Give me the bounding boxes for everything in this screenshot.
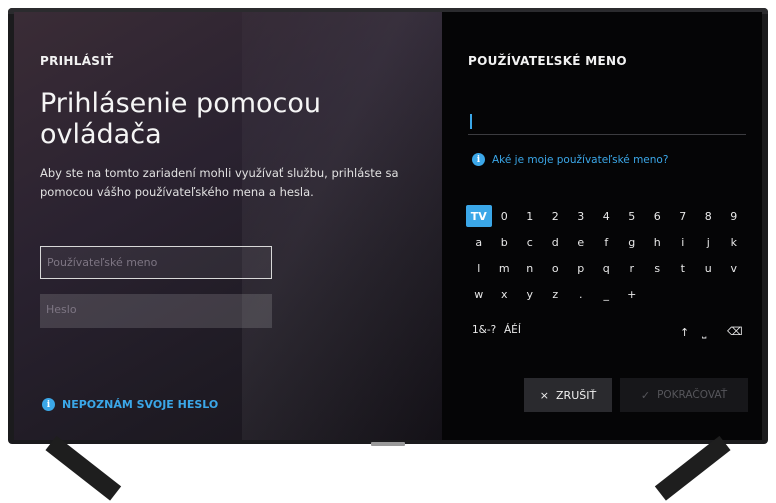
key-k[interactable]: k xyxy=(721,231,747,253)
forgot-password-label: NEPOZNÁM SVOJE HESLO xyxy=(62,398,219,411)
forgot-password-link[interactable]: i NEPOZNÁM SVOJE HESLO xyxy=(42,398,218,411)
continue-label: POKRAČOVAŤ xyxy=(657,389,728,401)
key-tv[interactable]: TV xyxy=(466,205,492,227)
keyboard-row-3: l m n o p q r s t u v xyxy=(466,257,747,279)
info-icon: i xyxy=(472,153,485,166)
key-t[interactable]: t xyxy=(670,257,696,279)
space-icon[interactable]: ⎵ xyxy=(702,326,706,340)
accents-mode-key[interactable]: ÁÉÍ xyxy=(504,324,521,336)
tv-stand-right xyxy=(654,435,731,501)
username-input[interactable] xyxy=(468,110,746,135)
shift-icon[interactable]: ↑ xyxy=(680,326,689,339)
cancel-label: ZRUŠIŤ xyxy=(556,388,597,402)
login-panel: PRIHLÁSIŤ Prihlásenie pomocou ovládača A… xyxy=(14,12,442,440)
username-help-link[interactable]: i Aké je moje používateľské meno? xyxy=(472,153,668,166)
key-1[interactable]: 1 xyxy=(517,205,543,227)
key-j[interactable]: j xyxy=(696,231,722,253)
key-q[interactable]: q xyxy=(594,257,620,279)
key-underscore[interactable]: _ xyxy=(594,283,620,305)
key-n[interactable]: n xyxy=(517,257,543,279)
backspace-icon[interactable]: ⌫ xyxy=(727,325,743,338)
key-w[interactable]: w xyxy=(466,283,492,305)
key-3[interactable]: 3 xyxy=(568,205,594,227)
key-i[interactable]: i xyxy=(670,231,696,253)
symbols-mode-key[interactable]: 1&-? xyxy=(472,324,496,336)
info-icon: i xyxy=(42,398,55,411)
continue-button[interactable]: ✓ POKRAČOVAŤ xyxy=(620,378,748,412)
key-9[interactable]: 9 xyxy=(721,205,747,227)
key-f[interactable]: f xyxy=(594,231,620,253)
key-h[interactable]: h xyxy=(645,231,671,253)
key-v[interactable]: v xyxy=(721,257,747,279)
username-placeholder: Používateľské meno xyxy=(47,256,158,269)
cancel-button[interactable]: × ZRUŠIŤ xyxy=(524,378,612,412)
key-p[interactable]: p xyxy=(568,257,594,279)
key-o[interactable]: o xyxy=(543,257,569,279)
key-l[interactable]: l xyxy=(466,257,492,279)
key-x[interactable]: x xyxy=(492,283,518,305)
key-8[interactable]: 8 xyxy=(696,205,722,227)
key-b[interactable]: b xyxy=(492,231,518,253)
password-placeholder: Heslo xyxy=(46,303,77,316)
key-5[interactable]: 5 xyxy=(619,205,645,227)
keyboard-panel: POUŽÍVATEĽSKÉ MENO i Aké je moje používa… xyxy=(442,12,762,440)
keyboard-row-2: a b c d e f g h i j k xyxy=(466,231,747,253)
key-7[interactable]: 7 xyxy=(670,205,696,227)
help-label: Aké je moje používateľské meno? xyxy=(492,153,669,166)
key-u[interactable]: u xyxy=(696,257,722,279)
check-icon: ✓ xyxy=(640,388,651,402)
key-g[interactable]: g xyxy=(619,231,645,253)
password-field[interactable]: Heslo xyxy=(40,294,272,328)
login-description: Aby ste na tomto zariadení mohli využíva… xyxy=(40,166,399,199)
key-e[interactable]: e xyxy=(568,231,594,253)
key-plus[interactable]: + xyxy=(619,283,645,305)
keyboard-row-1: TV 0 1 2 3 4 5 6 7 8 9 xyxy=(466,205,747,227)
tv-screen: PRIHLÁSIŤ Prihlásenie pomocou ovládača A… xyxy=(14,12,762,440)
key-r[interactable]: r xyxy=(619,257,645,279)
key-2[interactable]: 2 xyxy=(543,205,569,227)
key-m[interactable]: m xyxy=(492,257,518,279)
key-period[interactable]: . xyxy=(568,283,594,305)
close-icon: × xyxy=(539,388,550,402)
key-a[interactable]: a xyxy=(466,231,492,253)
key-6[interactable]: 6 xyxy=(645,205,671,227)
key-z[interactable]: z xyxy=(543,283,569,305)
tv-stand-left xyxy=(45,435,122,501)
username-field[interactable]: Používateľské meno xyxy=(40,246,272,279)
key-y[interactable]: y xyxy=(517,283,543,305)
key-0[interactable]: 0 xyxy=(492,205,518,227)
key-4[interactable]: 4 xyxy=(594,205,620,227)
text-cursor xyxy=(470,114,472,129)
key-d[interactable]: d xyxy=(543,231,569,253)
key-c[interactable]: c xyxy=(517,231,543,253)
page-title: Prihlásenie pomocou ovládača xyxy=(40,88,322,150)
keyboard-row-4: w x y z . _ + xyxy=(466,283,645,305)
username-section-label: POUŽÍVATEĽSKÉ MENO xyxy=(468,54,627,68)
tv-brand-logo xyxy=(371,442,405,446)
section-label: PRIHLÁSIŤ xyxy=(40,54,114,68)
key-s[interactable]: s xyxy=(645,257,671,279)
